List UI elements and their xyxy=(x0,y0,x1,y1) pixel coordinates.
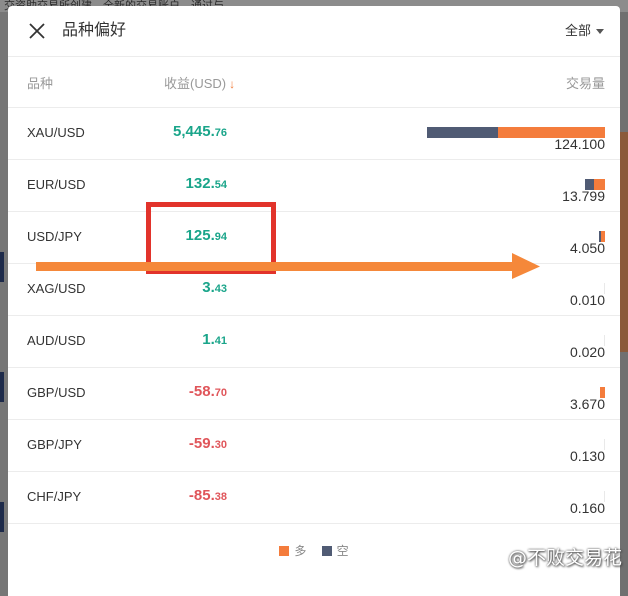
modal-header: 品种偏好 全部 xyxy=(8,6,620,57)
legend-long-label: 多 xyxy=(294,544,307,558)
column-header-profit-label: 收益(USD) xyxy=(164,76,227,91)
modal-title: 品种偏好 xyxy=(62,22,127,39)
row-symbol: XAU/USD xyxy=(27,125,85,140)
row-profit-decimal: 70 xyxy=(214,387,227,399)
background-left-mark xyxy=(0,372,4,402)
row-volume: 0.130 xyxy=(569,448,605,464)
row-symbol: CHF/JPY xyxy=(27,489,82,504)
table-row[interactable]: EUR/USD 132.54 13.799 xyxy=(8,160,620,212)
row-profit: -59.30 xyxy=(189,435,227,452)
table-row[interactable]: XAG/USD 3.43 0.010 xyxy=(8,264,620,316)
row-profit-decimal: 30 xyxy=(214,439,227,451)
row-symbol: USD/JPY xyxy=(27,229,82,244)
table-row[interactable]: GBP/JPY -59.30 0.130 xyxy=(8,420,620,472)
table-row[interactable]: AUD/USD 1.41 0.020 xyxy=(8,316,620,368)
symbol-table: XAU/USD 5,445.76 124.100 EUR/USD 132.54 13.79… xyxy=(8,108,620,524)
row-profit: -58.70 xyxy=(189,383,227,400)
row-profit: 3.43 xyxy=(202,279,227,296)
watermark: @不败交易花 xyxy=(507,547,622,569)
chevron-down-icon xyxy=(596,28,604,34)
legend-short-label: 空 xyxy=(336,544,349,558)
symbol-preference-modal: 品种偏好 全部 品种 收益(USD) ↓ 交易量 XAU/USD 5,445.76 1… xyxy=(8,6,620,596)
legend-short: 空 xyxy=(321,542,349,559)
close-icon[interactable] xyxy=(28,22,46,40)
row-profit-decimal: 94 xyxy=(214,231,227,243)
table-row[interactable]: GBP/USD -58.70 3.670 xyxy=(8,368,620,420)
row-volume: 3.670 xyxy=(569,396,605,412)
row-profit: 1.41 xyxy=(202,331,227,348)
row-volume: 4.050 xyxy=(569,240,605,256)
sort-arrow-down-icon: ↓ xyxy=(229,77,236,91)
column-header-profit[interactable]: 收益(USD) ↓ xyxy=(164,73,235,92)
row-volume: 124.100 xyxy=(554,136,605,152)
row-profit: 5,445.76 xyxy=(173,123,227,140)
row-volume: 13.799 xyxy=(562,188,605,204)
row-profit: 132.54 xyxy=(186,175,227,192)
row-profit-integer: -59. xyxy=(188,435,215,452)
row-symbol: XAG/USD xyxy=(27,281,86,296)
row-profit-decimal: 38 xyxy=(214,491,227,503)
row-volume: 0.160 xyxy=(569,500,605,516)
row-profit-decimal: 54 xyxy=(214,179,227,191)
volume-bar-short-segment xyxy=(427,127,498,138)
background-left-mark xyxy=(0,502,4,532)
column-header-symbol: 品种 xyxy=(27,76,54,91)
row-profit-integer: -85. xyxy=(188,487,215,504)
table-row[interactable]: CHF/JPY -85.38 0.160 xyxy=(8,472,620,524)
table-row[interactable]: USD/JPY 125.94 4.050 xyxy=(8,212,620,264)
row-symbol: GBP/USD xyxy=(27,385,86,400)
row-volume: 0.010 xyxy=(569,292,605,308)
row-profit-decimal: 43 xyxy=(214,283,227,295)
row-symbol: GBP/JPY xyxy=(27,437,82,452)
legend-short-swatch xyxy=(321,545,332,556)
legend-long-swatch xyxy=(279,545,290,556)
row-volume: 0.020 xyxy=(569,344,605,360)
row-profit-integer: 1. xyxy=(202,331,215,348)
background-left-mark xyxy=(0,252,4,282)
legend-long: 多 xyxy=(279,542,306,559)
row-profit: 125.94 xyxy=(186,227,227,244)
row-profit-integer: 5,445. xyxy=(173,123,215,140)
row-symbol: AUD/USD xyxy=(27,333,86,348)
row-symbol: EUR/USD xyxy=(27,177,86,192)
table-row[interactable]: XAU/USD 5,445.76 124.100 xyxy=(8,108,620,160)
table-header: 品种 收益(USD) ↓ 交易量 xyxy=(8,57,620,108)
row-profit-decimal: 41 xyxy=(214,335,227,347)
row-profit-integer: -58. xyxy=(188,383,215,400)
filter-selected-value: 全部 xyxy=(564,23,591,38)
row-profit-integer: 125. xyxy=(185,227,215,244)
row-profit-integer: 3. xyxy=(202,279,215,296)
row-profit: -85.38 xyxy=(189,487,227,504)
row-profit-integer: 132. xyxy=(185,175,215,192)
row-profit-decimal: 76 xyxy=(214,127,227,139)
column-header-volume: 交易量 xyxy=(565,76,605,91)
filter-dropdown[interactable]: 全部 xyxy=(565,22,604,40)
